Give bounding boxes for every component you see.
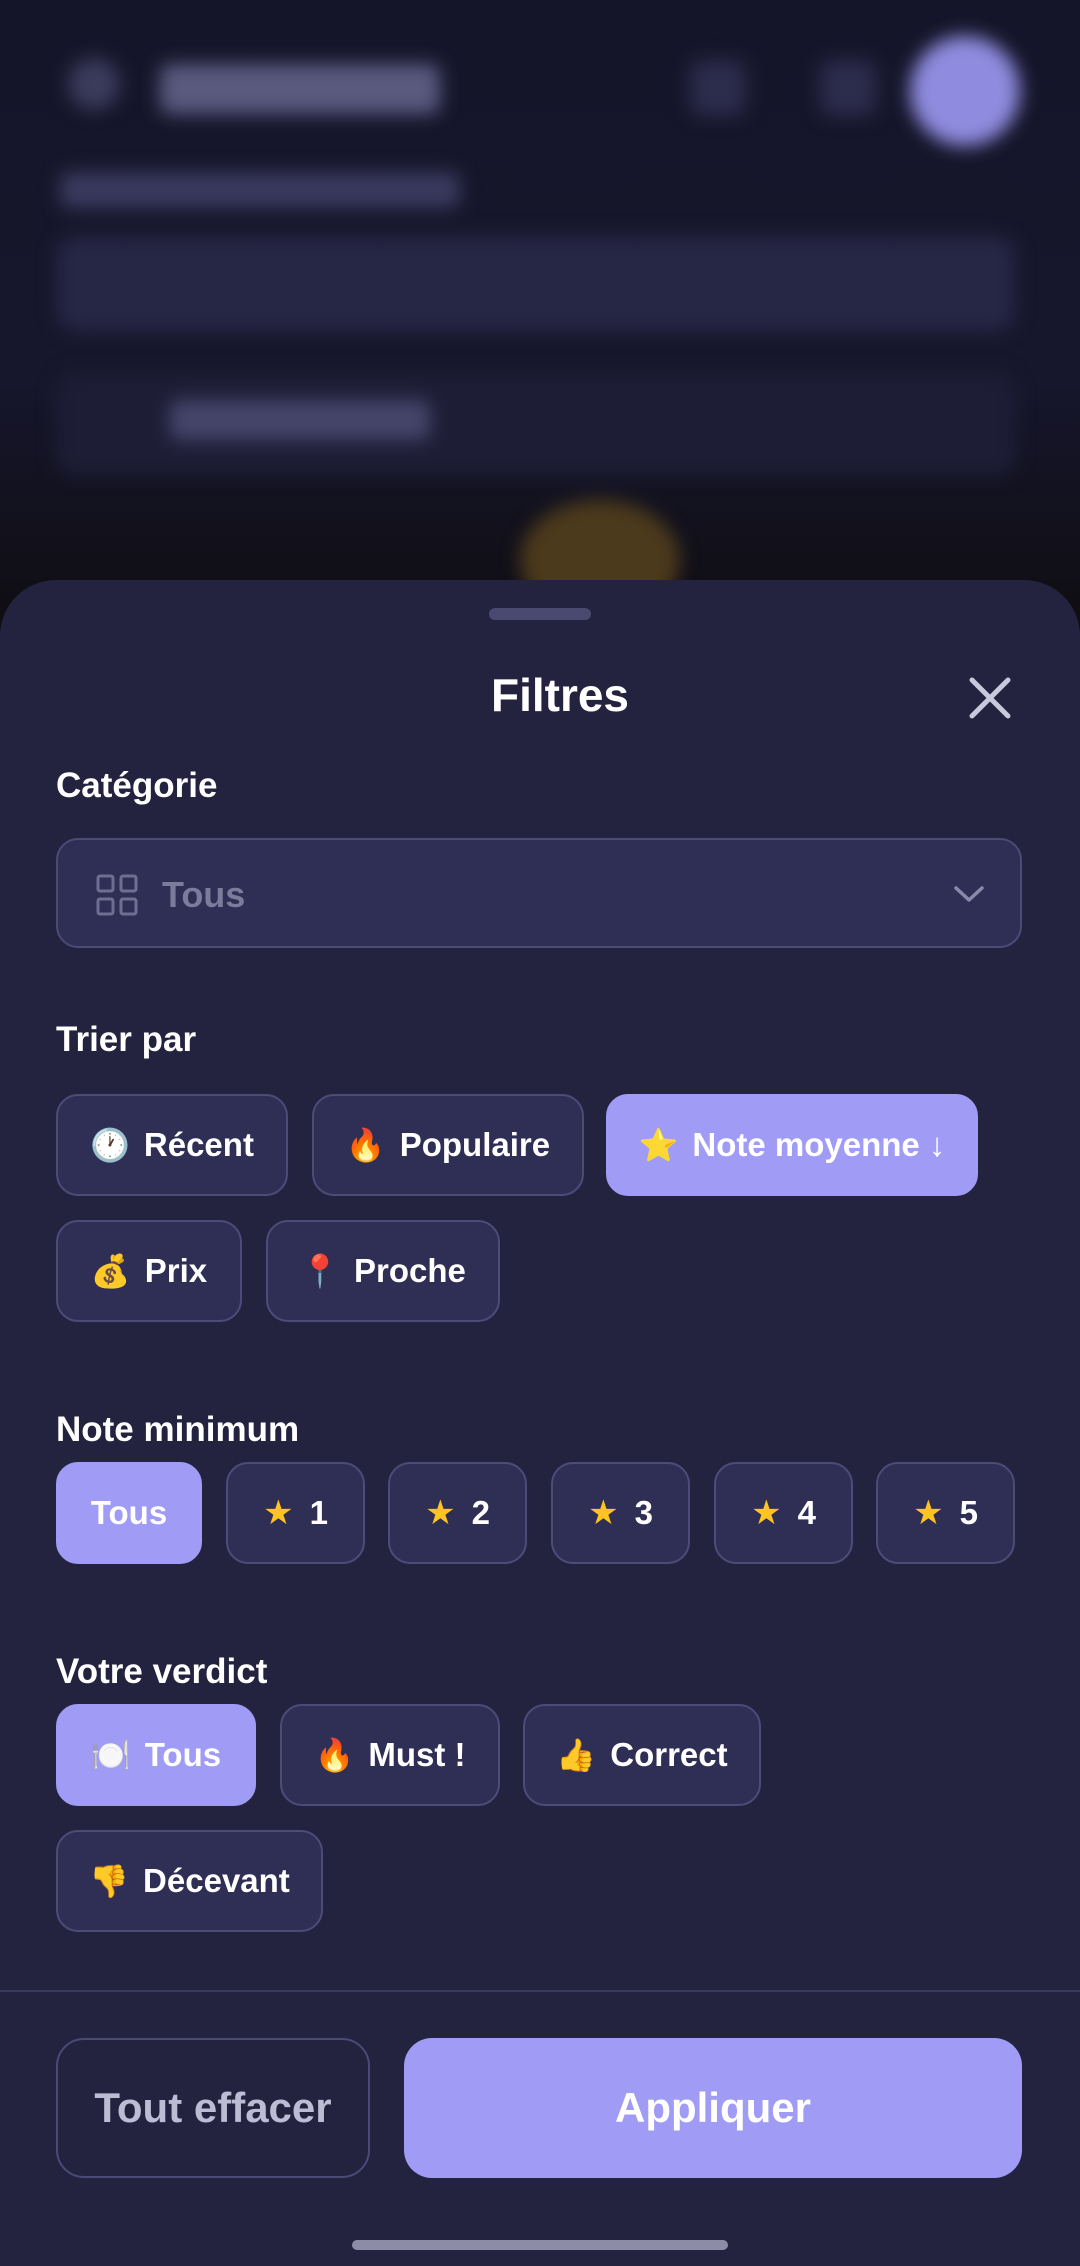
background-action-icon	[690, 60, 746, 116]
sort-option-popular[interactable]: 🔥 Populaire	[312, 1094, 584, 1196]
min-rating-label: Note minimum	[56, 1410, 300, 1449]
category-selected-value: Tous	[162, 874, 246, 915]
min-rating-option-label: 3	[634, 1494, 653, 1531]
min-rating-option-label: 4	[797, 1494, 816, 1531]
star-icon: ★	[913, 1493, 944, 1533]
background-search	[56, 236, 1016, 332]
verdict-option-label: Must !	[368, 1736, 466, 1773]
min-rating-option-label: 2	[471, 1494, 490, 1531]
verdict-option-label: Tous	[144, 1736, 222, 1773]
category-select[interactable]: Tous	[56, 838, 1022, 948]
min-rating-3[interactable]: ★ 3	[551, 1462, 690, 1564]
sort-option-nearby[interactable]: 📍 Proche	[266, 1220, 500, 1322]
sort-option-label: Populaire	[399, 1126, 551, 1163]
verdict-option-label: Correct	[610, 1736, 728, 1773]
category-label: Catégorie	[56, 766, 218, 805]
filter-sheet: Filtres Catégorie Tous Trier par 🕐 Récen…	[0, 580, 1080, 2266]
plate-icon: 🍽️	[90, 1736, 131, 1774]
min-rating-1[interactable]: ★ 1	[226, 1462, 365, 1564]
sort-option-label: Récent	[143, 1126, 254, 1163]
min-rating-all[interactable]: Tous	[56, 1462, 202, 1564]
sort-option-label: Proche	[353, 1252, 466, 1289]
thumbs-up-icon: 👍	[556, 1736, 597, 1774]
sort-option-price[interactable]: 💰 Prix	[56, 1220, 242, 1322]
sort-option-recent[interactable]: 🕐 Récent	[56, 1094, 288, 1196]
background-action-icon	[820, 60, 876, 116]
verdict-disappointing[interactable]: 👎 Décevant	[56, 1830, 323, 1932]
footer-divider	[0, 1990, 1080, 1992]
min-rating-option-label: 5	[959, 1494, 978, 1531]
background-back-icon	[68, 58, 120, 110]
min-rating-2[interactable]: ★ 2	[388, 1462, 527, 1564]
close-button[interactable]	[958, 666, 1022, 730]
min-rating-option-label: 1	[309, 1494, 328, 1531]
background-subtitle	[60, 172, 460, 208]
sort-option-label: Prix	[144, 1252, 208, 1289]
star-icon: ★	[263, 1493, 294, 1533]
sort-label: Trier par	[56, 1020, 197, 1059]
sort-option-average-rating[interactable]: ⭐ Note moyenne ↓	[606, 1094, 978, 1196]
chevron-down-icon	[954, 886, 984, 902]
min-rating-5[interactable]: ★ 5	[876, 1462, 1015, 1564]
background-avatar	[910, 36, 1020, 146]
background-blur	[0, 0, 1080, 640]
sort-option-label: Note moyenne ↓	[692, 1126, 946, 1163]
verdict-option-label: Décevant	[143, 1862, 290, 1899]
star-icon: ⭐	[638, 1126, 679, 1164]
star-icon: ★	[425, 1493, 456, 1533]
min-rating-option-label: Tous	[90, 1494, 168, 1531]
clear-all-button[interactable]: Tout effacer	[56, 2038, 370, 2178]
apply-button[interactable]: Appliquer	[404, 2038, 1022, 2178]
pin-icon: 📍	[300, 1252, 340, 1290]
verdict-correct[interactable]: 👍 Correct	[523, 1704, 761, 1806]
min-rating-4[interactable]: ★ 4	[714, 1462, 853, 1564]
sheet-title: Filtres	[490, 669, 630, 721]
thumbs-down-icon: 👎	[89, 1862, 130, 1900]
home-indicator[interactable]	[352, 2240, 728, 2250]
background-app	[0, 0, 1080, 640]
background-card-text	[170, 400, 430, 440]
background-title	[160, 64, 440, 114]
verdict-must[interactable]: 🔥 Must !	[280, 1704, 500, 1806]
star-icon: ★	[751, 1493, 782, 1533]
money-bag-icon: 💰	[90, 1252, 131, 1290]
verdict-label: Votre verdict	[56, 1652, 268, 1691]
drag-handle[interactable]	[489, 608, 591, 620]
star-icon: ★	[588, 1493, 619, 1533]
clock-icon: 🕐	[90, 1126, 130, 1164]
grid-icon	[96, 874, 138, 916]
fire-icon: 🔥	[345, 1126, 386, 1164]
close-icon	[969, 677, 1011, 719]
verdict-all[interactable]: 🍽️ Tous	[56, 1704, 256, 1806]
fire-icon: 🔥	[314, 1736, 355, 1774]
